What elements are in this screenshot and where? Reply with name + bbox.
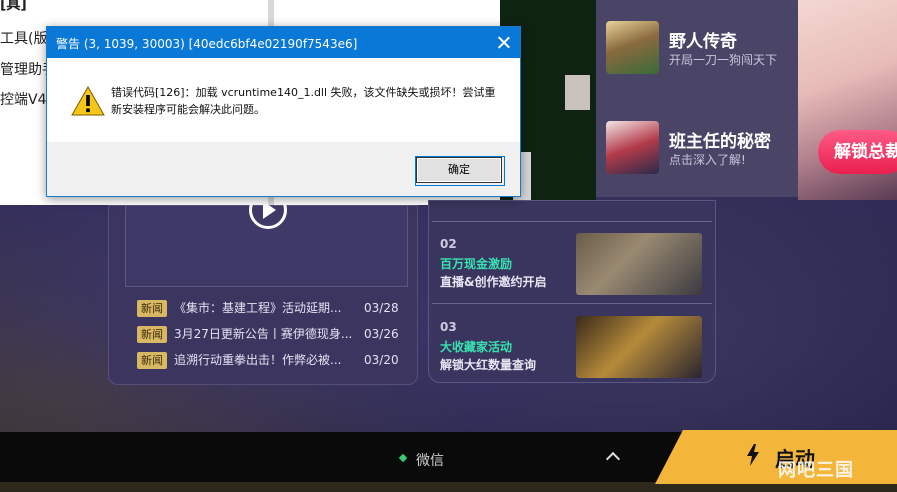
- error-dialog: 警告 (3, 1039, 30003) [40edc6bf4e02190f754…: [46, 26, 521, 197]
- event-divider: [432, 303, 712, 304]
- bg-window-line-2[interactable]: 工具(版: [0, 28, 47, 48]
- unlock-button[interactable]: 解锁总裁: [818, 130, 897, 174]
- event-item[interactable]: 02 百万现金激励 直播&创作邀约开启: [440, 233, 705, 305]
- game-item-teacher-secret[interactable]: 班主任的秘密 点击深入了解!: [606, 121, 796, 174]
- news-tag: 新闻: [137, 300, 167, 317]
- lightning-icon: [747, 444, 759, 466]
- game-subtitle: 开局一刀一狗闯天下: [669, 53, 778, 67]
- event-image: [576, 233, 702, 295]
- event-item[interactable]: 03 大收藏家活动 解锁大红数量查询: [440, 316, 705, 388]
- dialog-title: 警告 (3, 1039, 30003) [40edc6bf4e02190f754…: [56, 37, 358, 51]
- news-item[interactable]: 新闻 追溯行动重拳出击！作弊必被... 03/20: [137, 352, 402, 370]
- event-title: 大收藏家活动: [440, 340, 513, 354]
- event-title: 百万现金激励: [440, 257, 513, 271]
- event-image: [576, 316, 702, 378]
- game-recommend-list: 野人传奇 开局一刀一狗闯天下 班主任的秘密 点击深入了解!: [596, 0, 798, 197]
- news-item[interactable]: 新闻 3月27日更新公告丨赛伊德现身... 03/26: [137, 326, 402, 344]
- dialog-body: 错误代码[126]：加载 vcruntime140_1.dll 失败，该文件缺失…: [47, 58, 520, 142]
- news-date: 03/20: [364, 353, 399, 367]
- ok-button[interactable]: 确定: [415, 156, 505, 186]
- news-title: 追溯行动重拳出击！作弊必被...: [174, 353, 342, 367]
- game-thumbnail: [606, 21, 659, 74]
- news-title: 《集市：基建工程》活动延期...: [174, 301, 342, 315]
- warning-icon: [71, 86, 105, 116]
- news-date: 03/28: [364, 301, 399, 315]
- game-title: 野人传奇: [669, 32, 737, 52]
- grey-block: [565, 75, 590, 110]
- news-item[interactable]: 新闻 《集市：基建工程》活动延期... 03/28: [137, 300, 402, 318]
- event-subtitle: 解锁大红数量查询: [440, 358, 537, 372]
- event-subtitle: 直播&创作邀约开启: [440, 275, 547, 289]
- news-tag: 新闻: [137, 352, 167, 369]
- watermark: 网吧三国: [778, 460, 854, 481]
- game-title: 班主任的秘密: [669, 132, 771, 152]
- game-item-wild-legend[interactable]: 野人传奇 开局一刀一狗闯天下: [606, 21, 796, 74]
- wechat-link[interactable]: 微信: [416, 450, 444, 470]
- dialog-titlebar[interactable]: 警告 (3, 1039, 30003) [40edc6bf4e02190f754…: [47, 27, 520, 58]
- game-thumbnail: [606, 121, 659, 174]
- event-number: 02: [440, 237, 457, 251]
- event-divider: [432, 221, 712, 222]
- news-tag: 新闻: [137, 326, 167, 343]
- close-icon[interactable]: [493, 32, 515, 54]
- event-number: 03: [440, 320, 457, 334]
- bg-window-line-1: [具]: [0, 0, 27, 13]
- play-triangle-icon: [263, 201, 276, 219]
- game-subtitle: 点击深入了解!: [669, 153, 746, 167]
- bg-window-line-4[interactable]: 控端V4: [0, 89, 46, 109]
- dialog-message: 错误代码[126]：加载 vcruntime140_1.dll 失败，该文件缺失…: [111, 86, 496, 116]
- news-date: 03/26: [364, 327, 399, 341]
- news-title: 3月27日更新公告丨赛伊德现身...: [174, 327, 353, 341]
